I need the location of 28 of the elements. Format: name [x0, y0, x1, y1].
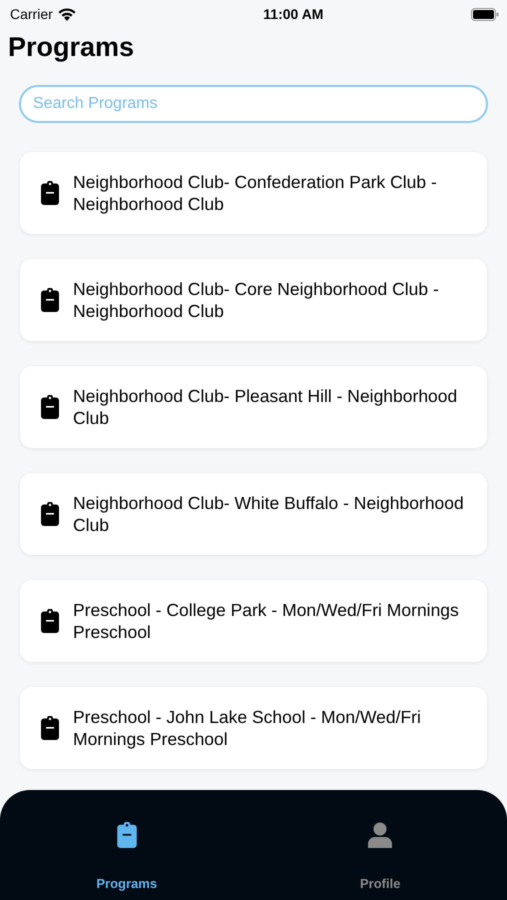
tab-button[interactable]: Profile	[254, 790, 507, 900]
program-card[interactable]: Neighborhood Club- Pleasant Hill - Neighborhood Club	[20, 366, 487, 448]
tab-button[interactable]: Programs	[0, 790, 254, 900]
clipboard-icon	[41, 502, 59, 526]
wifi-icon	[58, 8, 76, 20]
program-card[interactable]: Neighborhood Club- Confederation Park Club - Neighborhood Club	[20, 152, 487, 234]
person-icon	[368, 822, 392, 848]
battery-icon	[471, 8, 499, 20]
clipboard-icon	[41, 288, 59, 312]
clipboard-icon	[41, 395, 59, 419]
program-name: Neighborhood Club- White Buffalo - Neighborhood Club	[73, 492, 465, 536]
clipboard-icon	[116, 822, 137, 848]
page-title: Programs	[8, 32, 136, 64]
program-card[interactable]: Neighborhood Club- White Buffalo - Neighborhood Club	[20, 473, 487, 555]
program-name: Neighborhood Club- Pleasant Hill - Neighborhood Club	[73, 385, 458, 429]
clipboard-icon	[41, 716, 59, 740]
clipboard-icon	[41, 181, 59, 205]
program-name: Neighborhood Club- Confederation Park Club - Neighborhood Club	[73, 171, 438, 215]
clipboard-icon	[41, 609, 59, 633]
program-card[interactable]: Preschool - John Lake School - Mon/Wed/Fri Mornings Preschool	[20, 687, 487, 769]
program-name: Neighborhood Club- Core Neighborhood Club - Neighborhood Club	[73, 278, 440, 322]
carrier-label: Carrier	[10, 6, 53, 22]
program-name: Preschool - College Park - Mon/Wed/Fri Mornings Preschool	[73, 599, 460, 643]
status-time: 11:00 AM	[263, 6, 324, 22]
program-card[interactable]: Neighborhood Club- Core Neighborhood Club - Neighborhood Club	[20, 259, 487, 341]
search-field[interactable]: Search Programs	[19, 85, 488, 123]
program-card[interactable]: Preschool - College Park - Mon/Wed/Fri Mornings Preschool	[20, 580, 487, 662]
program-name: Preschool - John Lake School - Mon/Wed/Fri Mornings Preschool	[73, 706, 422, 750]
